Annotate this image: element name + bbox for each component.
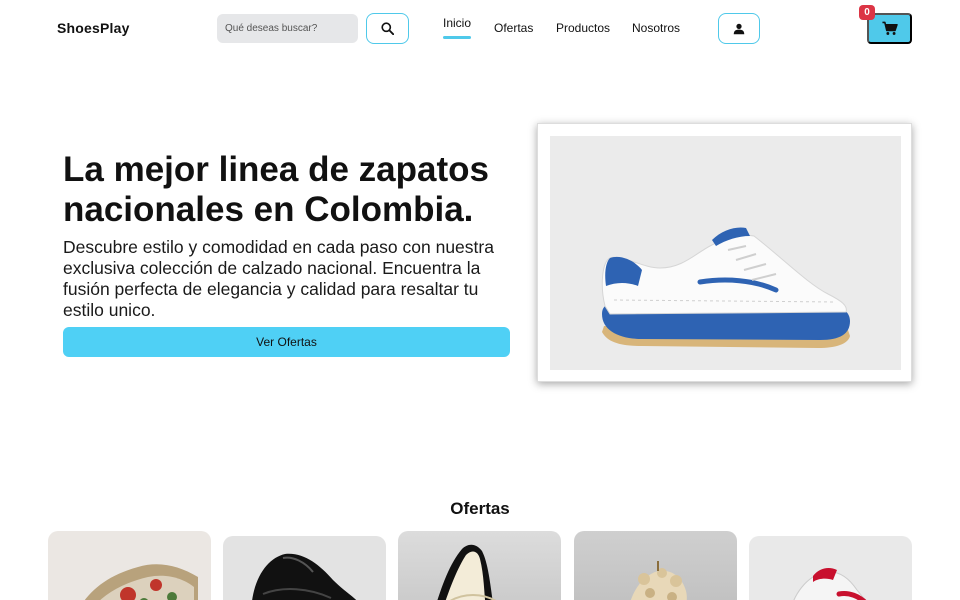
search-input[interactable]: [217, 14, 358, 43]
hero-image-card: [537, 123, 912, 382]
offer-card[interactable]: [48, 531, 211, 600]
user-button[interactable]: [718, 13, 760, 44]
embellished-sandal-image: [630, 561, 687, 600]
nav-nosotros[interactable]: Nosotros: [632, 21, 680, 35]
nav-ofertas[interactable]: Ofertas: [494, 21, 533, 35]
offer-card[interactable]: [574, 531, 737, 600]
hero-title: La mejor linea de zapatos nacionales en …: [63, 150, 489, 229]
nav-productos[interactable]: Productos: [556, 21, 610, 35]
cream-heel-image: [437, 544, 497, 600]
floral-heel-image: [84, 564, 198, 600]
sneaker-illustration: [601, 227, 850, 348]
cart-count-badge: 0: [859, 5, 875, 20]
hero-description: Descubre estilo y comodidad en cada paso…: [63, 237, 494, 320]
nav-active-indicator: [443, 36, 471, 39]
offer-card[interactable]: [223, 536, 386, 600]
logo[interactable]: ShoesPlay: [57, 20, 130, 36]
user-icon: [733, 23, 745, 34]
offers-title: Ofertas: [450, 499, 510, 518]
black-oxford-image: [252, 553, 357, 600]
search-icon: [381, 22, 394, 35]
offer-card[interactable]: [398, 531, 561, 600]
red-white-sneaker-image: [793, 568, 867, 600]
search-button[interactable]: [366, 13, 409, 44]
ver-ofertas-button[interactable]: Ver Ofertas: [63, 327, 510, 357]
offer-card[interactable]: [749, 536, 912, 600]
nav-inicio[interactable]: Inicio: [443, 16, 471, 30]
hero-shoe-image: [550, 136, 901, 370]
cart-icon: [881, 21, 898, 35]
